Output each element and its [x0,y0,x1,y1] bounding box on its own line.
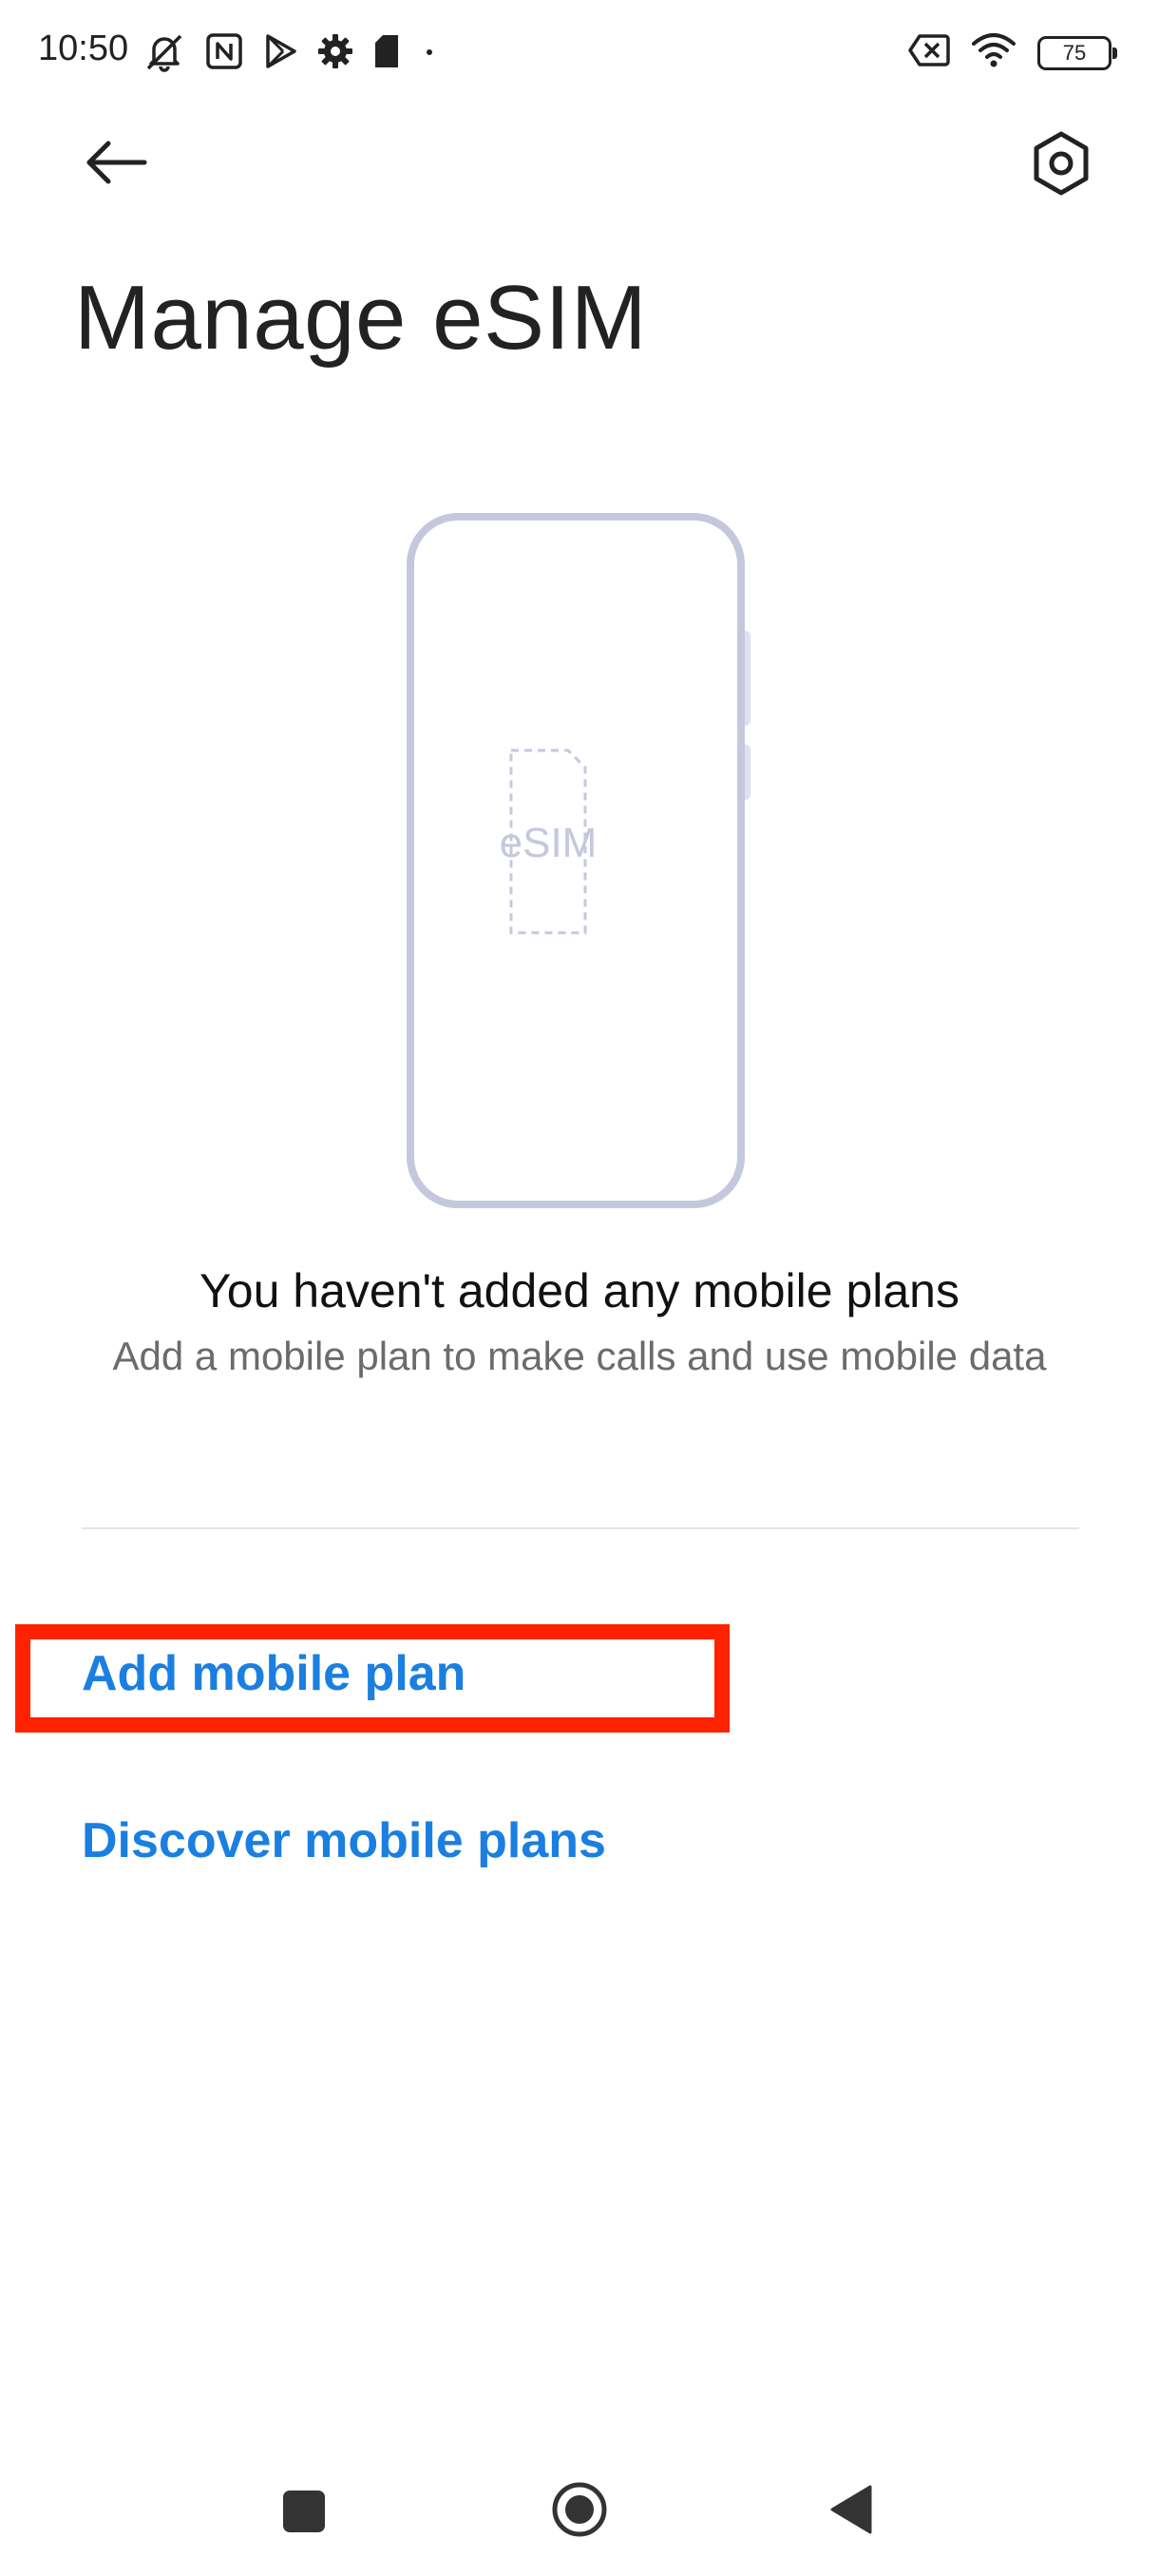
battery-level: 75 [1062,40,1087,65]
navigation-bar [0,2441,1159,2576]
back-button[interactable] [74,131,160,198]
settings-button[interactable] [1018,127,1104,203]
add-mobile-plan-button[interactable]: Add mobile plan [82,1645,466,1702]
battery-icon: 75 [1037,35,1117,70]
arrow-left-icon [84,140,150,190]
gear-icon [317,33,353,69]
status-icons-right: 75 [908,32,1117,73]
empty-state-subtitle: Add a mobile plan to make calls and use … [112,1334,1047,1378]
esim-illustration: eSIM [399,507,760,1220]
esim-chip-label: eSIM [500,820,598,866]
no-sim-icon [908,33,950,72]
divider [82,1527,1079,1529]
discover-mobile-plans-button[interactable]: Discover mobile plans [82,1812,606,1869]
dot-icon [420,33,439,69]
bell-muted-icon [142,30,186,72]
back-triangle-icon[interactable] [828,2483,874,2536]
nfc-icon [205,32,243,70]
hexagon-settings-icon [1031,130,1092,201]
status-time: 10:50 [38,28,129,68]
home-circle-icon[interactable] [551,2481,608,2538]
status-icons-left [142,30,439,72]
play-store-icon [262,32,298,70]
page-title: Manage eSIM [74,267,648,369]
status-bar: 10:50 75 [0,0,1159,104]
wifi-icon [971,32,1016,73]
recents-square-icon[interactable] [283,2491,325,2532]
empty-state-title: You haven't added any mobile plans [200,1264,960,1317]
sim-icon [372,33,401,69]
